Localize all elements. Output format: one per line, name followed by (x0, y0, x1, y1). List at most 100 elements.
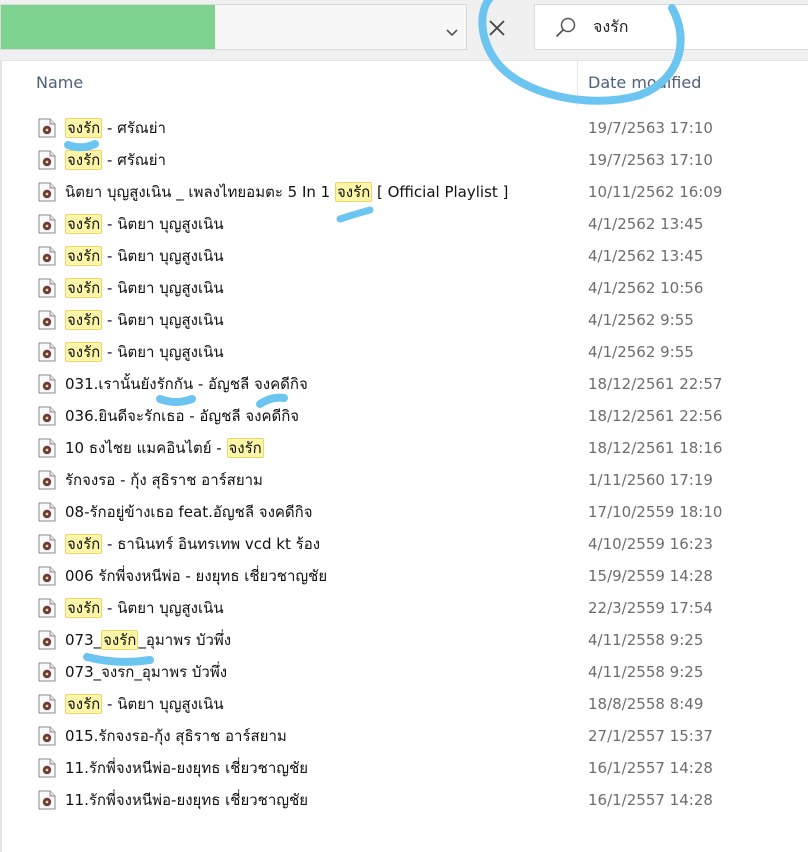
file-name: จงรัก - ศรัณย่า (65, 118, 166, 138)
file-name: 11.รักพี่จงหนีพ่อ-ยงยุทธ เชี่ยวชาญชัย (65, 759, 309, 777)
audio-file-icon (38, 150, 56, 170)
file-row[interactable]: 006 รักพี่จงหนีพ่อ - ยงยุทธ เชี่ยวชาญชัย… (0, 560, 808, 592)
file-row[interactable]: จงรัก - นิตยา บุญสูงเนิน 22/3/2559 17:54 (0, 592, 808, 624)
audio-file-icon (38, 598, 56, 618)
search-match-highlight: จงรัก (65, 310, 103, 330)
close-icon[interactable] (477, 8, 517, 48)
audio-file-icon (38, 342, 56, 362)
file-date: 15/9/2559 14:28 (588, 567, 713, 585)
search-match-highlight: จงรัก (65, 214, 103, 234)
search-match-highlight: จงรัก (226, 438, 264, 458)
file-name: 073_ จงรัก _อุมาพร บัวพึ่ง (65, 630, 232, 650)
file-row[interactable]: จงรัก - ศรัณย่า 19/7/2563 17:10 (0, 112, 808, 144)
audio-file-icon (38, 630, 56, 650)
audio-file-icon (38, 118, 56, 138)
file-date: 18/12/2561 22:56 (588, 407, 723, 425)
file-date: 19/7/2563 17:10 (588, 151, 713, 169)
search-match-highlight: จงรัก (65, 694, 103, 714)
audio-file-icon (38, 406, 56, 426)
file-row[interactable]: 10 ธงไชย แมคอินไตย์ - จงรัก 18/12/2561 18… (0, 432, 808, 464)
file-row[interactable]: 11.รักพี่จงหนีพ่อ-ยงยุทธ เชี่ยวชาญชัย 16/… (0, 784, 808, 816)
file-row[interactable]: 073_จงรก_อุมาพร บัวพึ่ง 4/11/2558 9:25 (0, 656, 808, 688)
explorer-toolbar (0, 0, 808, 61)
search-match-highlight: จงรัก (334, 182, 373, 202)
audio-file-icon (38, 694, 56, 714)
audio-file-icon (38, 438, 56, 458)
file-row[interactable]: 031.เรานั้นยังรักกัน - อัญชลี จงคดีกิจ 18… (0, 368, 808, 400)
audio-file-icon (38, 374, 56, 394)
search-match-highlight: จงรัก (65, 118, 103, 138)
file-name: 10 ธงไชย แมคอินไตย์ - จงรัก (65, 438, 264, 458)
file-name: 006 รักพี่จงหนีพ่อ - ยงยุทธ เชี่ยวชาญชัย (65, 567, 328, 585)
file-name: จงรัก - นิตยา บุญสูงเนิน (65, 214, 224, 234)
audio-file-icon (38, 214, 56, 234)
file-row[interactable]: 08-รักอยู่ข้างเธอ feat.อัญชลี จงคดีกิจ 17… (0, 496, 808, 528)
column-divider[interactable] (577, 60, 578, 106)
file-row[interactable]: นิตยา บุญสูงเนิน _ เพลงไทยอมตะ 5 In 1 จง… (0, 176, 808, 208)
file-row[interactable]: จงรัก - นิตยา บุญสูงเนิน 4/1/2562 13:45 (0, 240, 808, 272)
search-progress-fill (1, 5, 215, 49)
audio-file-icon (38, 246, 56, 266)
file-date: 22/3/2559 17:54 (588, 599, 713, 617)
search-match-highlight: จงรัก (65, 598, 103, 618)
file-name: จงรัก - นิตยา บุญสูงเนิน (65, 694, 224, 714)
file-date: 4/1/2562 10:56 (588, 279, 704, 297)
file-row[interactable]: 11.รักพี่จงหนีพ่อ-ยงยุทธ เชี่ยวชาญชัย 16/… (0, 752, 808, 784)
audio-file-icon (38, 758, 56, 778)
file-date: 10/11/2562 16:09 (588, 183, 723, 201)
chevron-down-icon[interactable] (441, 21, 463, 43)
file-name: 031.เรานั้นยังรักกัน - อัญชลี จงคดีกิจ (65, 375, 308, 393)
file-name: รักจงรอ - กุ้ง สุธิราช อาร์สยาม (65, 471, 263, 489)
file-name: 08-รักอยู่ข้างเธอ feat.อัญชลี จงคดีกิจ (65, 503, 313, 521)
file-row[interactable]: จงรัก - นิตยา บุญสูงเนิน 18/8/2558 8:49 (0, 688, 808, 720)
file-row[interactable]: จงรัก - นิตยา บุญสูงเนิน 4/1/2562 10:56 (0, 272, 808, 304)
file-date: 18/8/2558 8:49 (588, 695, 704, 713)
file-list: จงรัก - ศรัณย่า 19/7/2563 17:10 จงรัก - ศร… (0, 112, 808, 816)
search-match-highlight: จงรัก (65, 534, 103, 554)
file-date: 4/1/2562 9:55 (588, 311, 694, 329)
audio-file-icon (38, 502, 56, 522)
file-date: 4/1/2562 13:45 (588, 215, 704, 233)
file-row[interactable]: จงรัก - ธานินทร์ อินทรเทพ vcd kt ร้อง 4/1… (0, 528, 808, 560)
file-name: จงรัก - นิตยา บุญสูงเนิน (65, 278, 224, 298)
search-input[interactable] (593, 13, 793, 41)
audio-file-icon (38, 278, 56, 298)
file-date: 18/12/2561 22:57 (588, 375, 723, 393)
file-row[interactable]: จงรัก - นิตยา บุญสูงเนิน 4/1/2562 9:55 (0, 304, 808, 336)
file-date: 27/1/2557 15:37 (588, 727, 713, 745)
file-row[interactable]: 015.รักจงรอ-กุ้ง สุธิราช อาร์สยาม 27/1/25… (0, 720, 808, 752)
file-name: จงรัก - นิตยา บุญสูงเนิน (65, 310, 224, 330)
search-match-highlight: จงรัก (65, 278, 103, 298)
file-date: 4/1/2562 9:55 (588, 343, 694, 361)
search-match-highlight: จงรัก (101, 630, 139, 650)
file-name: 036.ยินดีจะรักเธอ - อัญชลี จงคดีกิจ (65, 407, 300, 425)
audio-file-icon (38, 662, 56, 682)
column-date-header[interactable]: Date modified (588, 73, 701, 92)
file-name: 11.รักพี่จงหนีพ่อ-ยงยุทธ เชี่ยวชาญชัย (65, 791, 309, 809)
file-date: 17/10/2559 18:10 (588, 503, 723, 521)
file-name: นิตยา บุญสูงเนิน _ เพลงไทยอมตะ 5 In 1 จง… (65, 182, 509, 202)
search-box[interactable] (534, 4, 808, 50)
file-row[interactable]: รักจงรอ - กุ้ง สุธิราช อาร์สยาม 1/11/2560… (0, 464, 808, 496)
file-date: 16/1/2557 14:28 (588, 791, 713, 809)
file-name: 015.รักจงรอ-กุ้ง สุธิราช อาร์สยาม (65, 727, 287, 745)
file-name: จงรัก - นิตยา บุญสูงเนิน (65, 246, 224, 266)
file-name: 073_จงรก_อุมาพร บัวพึ่ง (65, 663, 228, 681)
address-bar[interactable] (0, 4, 467, 50)
column-name-header[interactable]: Name (36, 73, 83, 92)
audio-file-icon (38, 726, 56, 746)
search-match-highlight: จงรัก (65, 246, 103, 266)
audio-file-icon (38, 470, 56, 490)
search-match-highlight: จงรัก (65, 342, 103, 362)
file-date: 4/10/2559 16:23 (588, 535, 713, 553)
file-row[interactable]: จงรัก - นิตยา บุญสูงเนิน 4/1/2562 9:55 (0, 336, 808, 368)
file-row[interactable]: จงรัก - ศรัณย่า 19/7/2563 17:10 (0, 144, 808, 176)
file-row[interactable]: 073_ จงรัก _อุมาพร บัวพึ่ง 4/11/2558 9:25 (0, 624, 808, 656)
file-row[interactable]: 036.ยินดีจะรักเธอ - อัญชลี จงคดีกิจ 18/12… (0, 400, 808, 432)
audio-file-icon (38, 566, 56, 586)
file-row[interactable]: จงรัก - นิตยา บุญสูงเนิน 4/1/2562 13:45 (0, 208, 808, 240)
file-date: 19/7/2563 17:10 (588, 119, 713, 137)
search-icon (555, 17, 576, 38)
audio-file-icon (38, 182, 56, 202)
audio-file-icon (38, 790, 56, 810)
